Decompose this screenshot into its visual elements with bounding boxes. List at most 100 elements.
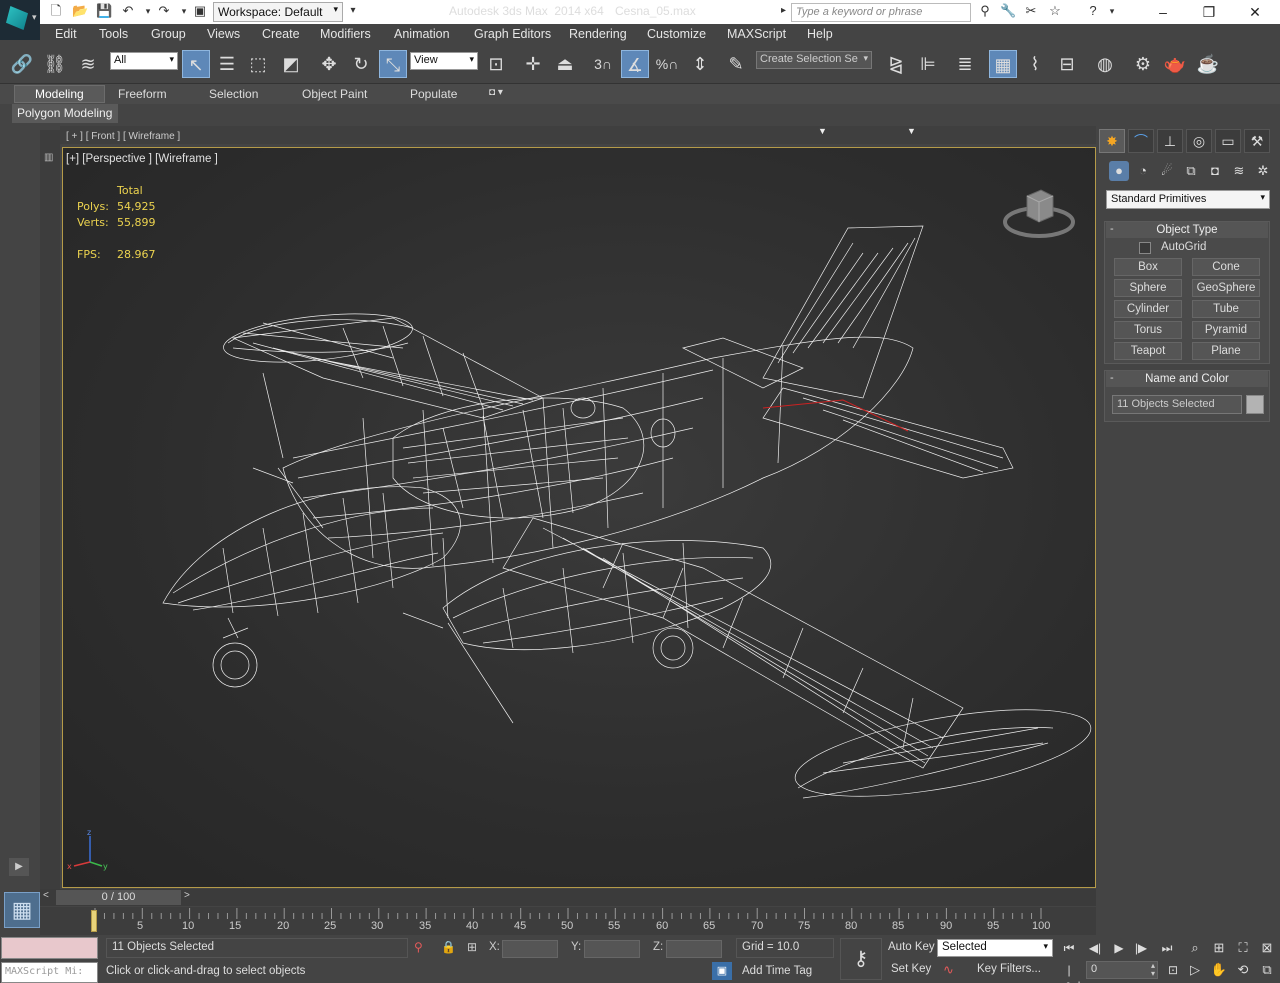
redo-icon[interactable]: ↷ [156,3,172,19]
ribbon-options-icon[interactable]: ◘ ▾ [489,87,503,98]
favorites-star-icon[interactable]: ☆ [1047,3,1063,19]
viewport-layout-icon[interactable]: ▦ [4,892,40,928]
orbit-icon[interactable]: ⟲ [1233,962,1253,980]
helpers-icon[interactable]: ◘ [1205,161,1225,181]
pyramid-button[interactable]: Pyramid [1192,321,1260,339]
zoom-extents-icon[interactable]: ⛶ [1233,940,1253,958]
time-tag-icon[interactable]: ▣ [712,962,732,980]
graphite-toolset-icon[interactable]: ▦ [989,50,1017,78]
curve-editor-icon[interactable]: ⌇ [1021,50,1049,78]
menu-tools[interactable]: Tools [99,27,128,41]
lights-icon[interactable]: ☄ [1157,161,1177,181]
name-and-color-header[interactable]: Name and Color [1106,371,1268,387]
search-expand-icon[interactable]: ▸ [781,5,786,16]
object-name-field[interactable]: 11 Objects Selected [1112,395,1242,414]
angle-snap-icon[interactable]: ∡ [621,50,649,78]
select-move-icon[interactable]: ✥ [315,50,343,78]
select-scale-icon[interactable]: ⤡ [379,50,407,78]
tab-modeling[interactable]: Modeling [14,85,105,103]
hierarchy-panel-tab-icon[interactable]: ⊥ [1157,129,1183,153]
display-panel-tab-icon[interactable]: ▭ [1215,129,1241,153]
auto-key-button[interactable]: Auto Key [888,941,935,953]
cone-button[interactable]: Cone [1192,258,1260,276]
z-coordinate-field[interactable] [666,940,722,958]
snaps-toggle-icon[interactable]: 3∩ [589,50,617,78]
geosphere-button[interactable]: GeoSphere [1192,279,1260,297]
link-icon[interactable]: 🔗 [8,50,36,78]
keyboard-shortcut-override-icon[interactable]: ⏏ [551,50,579,78]
menu-edit[interactable]: Edit [55,27,77,41]
viewcube-icon[interactable] [1003,184,1075,240]
shapes-icon[interactable]: ◔ [1133,161,1153,181]
default-in-out-tangents-icon[interactable]: ∿ [943,962,954,978]
previous-frame-arrow-icon[interactable]: < [43,890,49,901]
time-slider-key-marker[interactable] [91,910,97,932]
perspective-viewport[interactable] [62,147,1096,888]
field-of-view-icon[interactable]: ▷ [1185,962,1205,980]
schematic-view-icon[interactable]: ⊟ [1053,50,1081,78]
expand-layout-tabs-icon[interactable]: ▶ [9,858,29,876]
go-to-start-icon[interactable]: ⏮ [1059,940,1079,956]
current-frame-field[interactable]: 0 [1086,961,1158,979]
menu-graph-editors[interactable]: Graph Editors [474,27,551,41]
key-filters-button[interactable]: Key Filters... [977,963,1041,975]
create-panel-tab-icon[interactable]: ✸ [1099,129,1125,153]
object-color-swatch[interactable] [1246,395,1264,414]
viewport-layout-tab-icon[interactable]: ▥ [44,152,56,188]
frame-spinner-icon[interactable]: ▴ ▾ [1151,962,1155,978]
communication-center-icon[interactable]: ✂ [1023,3,1039,19]
layer-manager-icon[interactable]: ≣ [951,50,979,78]
menu-create[interactable]: Create [262,27,300,41]
box-button[interactable]: Box [1114,258,1182,276]
subscription-icon[interactable]: 🔧 [1000,3,1016,19]
perspective-viewport-label[interactable]: [+] [Perspective ] [Wireframe ] [66,153,218,165]
minimize-icon[interactable]: – [1153,3,1173,21]
selection-lock-icon[interactable]: 🔒 [441,940,456,954]
help-icon[interactable]: ? [1085,3,1101,19]
collapse-icon[interactable]: - [1110,372,1114,384]
menu-rendering[interactable]: Rendering [569,27,627,41]
pivot-center-icon[interactable]: ⊡ [482,50,510,78]
edit-named-selections-icon[interactable]: ✎ [722,50,750,78]
close-icon[interactable]: ✕ [1245,3,1265,21]
time-slider-counter[interactable]: 0 / 100 [56,890,181,905]
render-production-icon[interactable]: ☕ [1194,50,1222,78]
absolute-mode-icon[interactable]: ⊞ [467,940,477,954]
tab-selection[interactable]: Selection [209,87,258,101]
rectangular-selection-icon[interactable]: ⬚ [244,50,272,78]
app-logo-button[interactable]: ▾ [0,0,40,40]
set-key-button[interactable]: Set Key [891,963,931,975]
zoom-all-icon[interactable]: ⊞ [1209,940,1229,958]
time-slider-bar[interactable] [40,889,1096,906]
autogrid-checkbox[interactable] [1139,242,1151,254]
select-manipulate-icon[interactable]: ✛ [519,50,547,78]
material-editor-icon[interactable]: ◍ [1091,50,1119,78]
selection-filter-dropdown[interactable]: All ▾ [110,52,178,70]
project-folder-icon[interactable]: ▣ [192,3,208,19]
torus-button[interactable]: Torus [1114,321,1182,339]
open-file-icon[interactable]: 📂 [72,3,88,19]
cylinder-button[interactable]: Cylinder [1114,300,1182,318]
plane-button[interactable]: Plane [1192,342,1260,360]
undo-icon[interactable]: ↶ [120,3,136,19]
menu-maxscript[interactable]: MAXScript [727,27,786,41]
zoom-extents-all-icon[interactable]: ⊠ [1257,940,1277,958]
reference-coordinate-dropdown[interactable]: View ▾ [410,52,478,70]
maximize-viewport-icon[interactable]: ⧉ [1257,962,1277,980]
sphere-button[interactable]: Sphere [1114,279,1182,297]
spinner-snap-icon[interactable]: ⇕ [686,50,714,78]
add-time-tag-button[interactable]: Add Time Tag [742,965,812,977]
quick-access-menu-icon[interactable]: ▾ [345,3,361,19]
utilities-panel-tab-icon[interactable]: ⚒ [1244,129,1270,153]
rendered-frame-window-icon[interactable]: 🫖 [1161,50,1189,78]
undo-dropdown-icon[interactable]: ▾ [140,3,156,19]
front-viewport-label[interactable]: [ + ] [ Front ] [ Wireframe ] [66,131,180,142]
cameras-icon[interactable]: ⧉ [1181,161,1201,181]
tab-freeform[interactable]: Freeform [118,87,167,101]
next-frame-icon[interactable]: |▶ [1131,940,1151,956]
play-animation-icon[interactable]: ▶ [1109,940,1129,956]
binoculars-icon[interactable]: ⚲ [977,3,993,19]
unlink-icon[interactable]: ⛓ [41,50,69,78]
modify-panel-tab-icon[interactable]: ⌒ [1128,129,1154,153]
menu-group[interactable]: Group [151,27,186,41]
